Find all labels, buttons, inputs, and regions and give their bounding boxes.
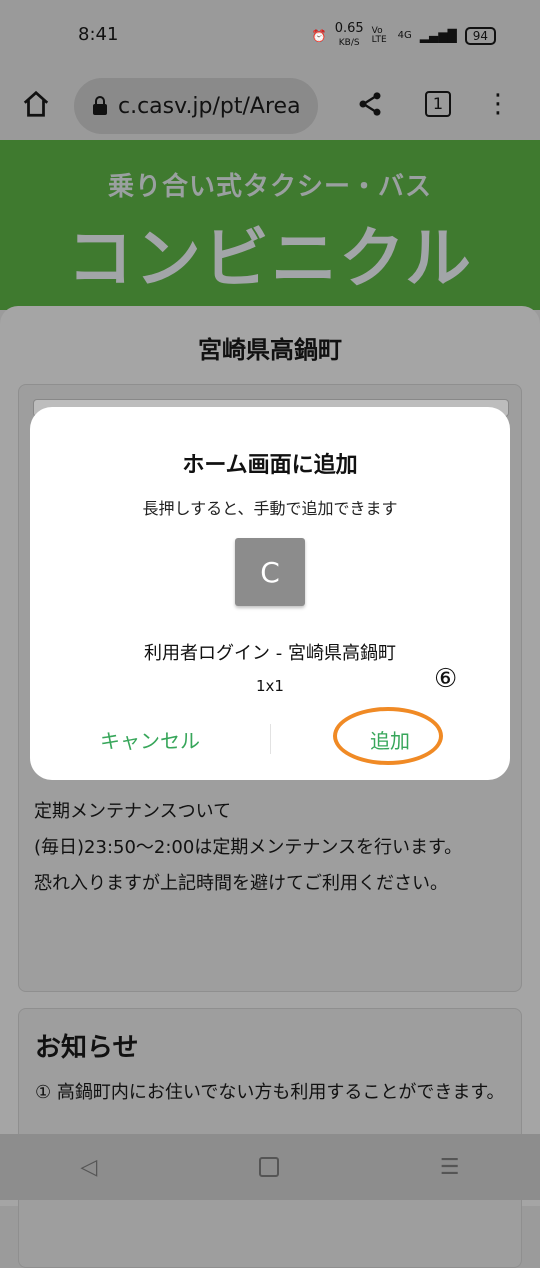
status-bar: 8:41 ⏰ 0.65 KB/S Vo LTE 4G ▂▄▆█ 94 <box>0 0 540 68</box>
signal-type: 4G <box>397 30 412 41</box>
site-banner: 乗り合い式タクシー・バス コンビニクル <box>0 140 540 310</box>
share-icon <box>359 92 381 116</box>
system-nav-bar: ◁ ☰ <box>0 1134 540 1200</box>
signal-icon: ▂▄▆█ <box>419 28 457 43</box>
news-body: ① 高鍋町内にお住いでない方も利用することができます。 <box>35 1082 505 1103</box>
menu-button[interactable]: ⋮ <box>474 80 522 128</box>
maintenance-notice: 定期メンテナンスついて (毎日)23:50〜2:00は定期メンテナンスを行います… <box>34 801 463 894</box>
step-annotation: ⑥ <box>434 664 458 694</box>
home-icon <box>23 90 49 117</box>
banner-subtitle: 乗り合い式タクシー・バス <box>107 172 432 202</box>
volte-indicator: Vo LTE <box>371 25 387 45</box>
status-time: 8:41 <box>78 24 119 45</box>
add-to-home-dialog: ホーム画面に追加 長押しすると、手動で追加できます C 利用者ログイン - 宮崎… <box>30 407 510 780</box>
address-bar[interactable]: c.casv.jp/pt/Area <box>74 78 318 134</box>
home-nav-icon[interactable] <box>258 1157 279 1177</box>
browser-toolbar: c.casv.jp/pt/Area 1 ⋮ <box>0 68 540 140</box>
app-name: 利用者ログイン - 宮崎県高鍋町 <box>144 643 396 664</box>
cancel-button[interactable]: キャンセル <box>70 725 230 754</box>
button-divider <box>270 724 271 754</box>
dialog-title: ホーム画面に追加 <box>182 453 358 478</box>
more-vert-icon: ⋮ <box>485 89 511 119</box>
app-icon-tile[interactable]: C <box>235 538 305 606</box>
home-button[interactable] <box>12 80 60 128</box>
back-icon[interactable]: ◁ <box>81 1155 98 1180</box>
page-title: 宮崎県高鍋町 <box>198 336 342 364</box>
highlight-circle <box>333 707 443 765</box>
status-icons: ⏰ 0.65 KB/S Vo LTE 4G ▂▄▆█ 94 <box>312 22 496 49</box>
tab-count: 1 <box>425 91 451 117</box>
news-heading: お知らせ <box>35 1033 139 1063</box>
banner-title: コンビニクル <box>66 220 474 297</box>
share-button[interactable] <box>346 80 394 128</box>
url-text: c.casv.jp/pt/Area <box>118 93 301 119</box>
tabs-button[interactable]: 1 <box>414 80 462 128</box>
net-speed: 0.65 KB/S <box>334 21 364 48</box>
lock-icon <box>93 96 107 115</box>
dialog-description: 長押しすると、手動で追加できます <box>142 499 398 518</box>
recents-icon[interactable]: ☰ <box>440 1155 460 1180</box>
alarm-icon: ⏰ <box>311 28 327 43</box>
battery-icon: 94 <box>464 26 496 45</box>
